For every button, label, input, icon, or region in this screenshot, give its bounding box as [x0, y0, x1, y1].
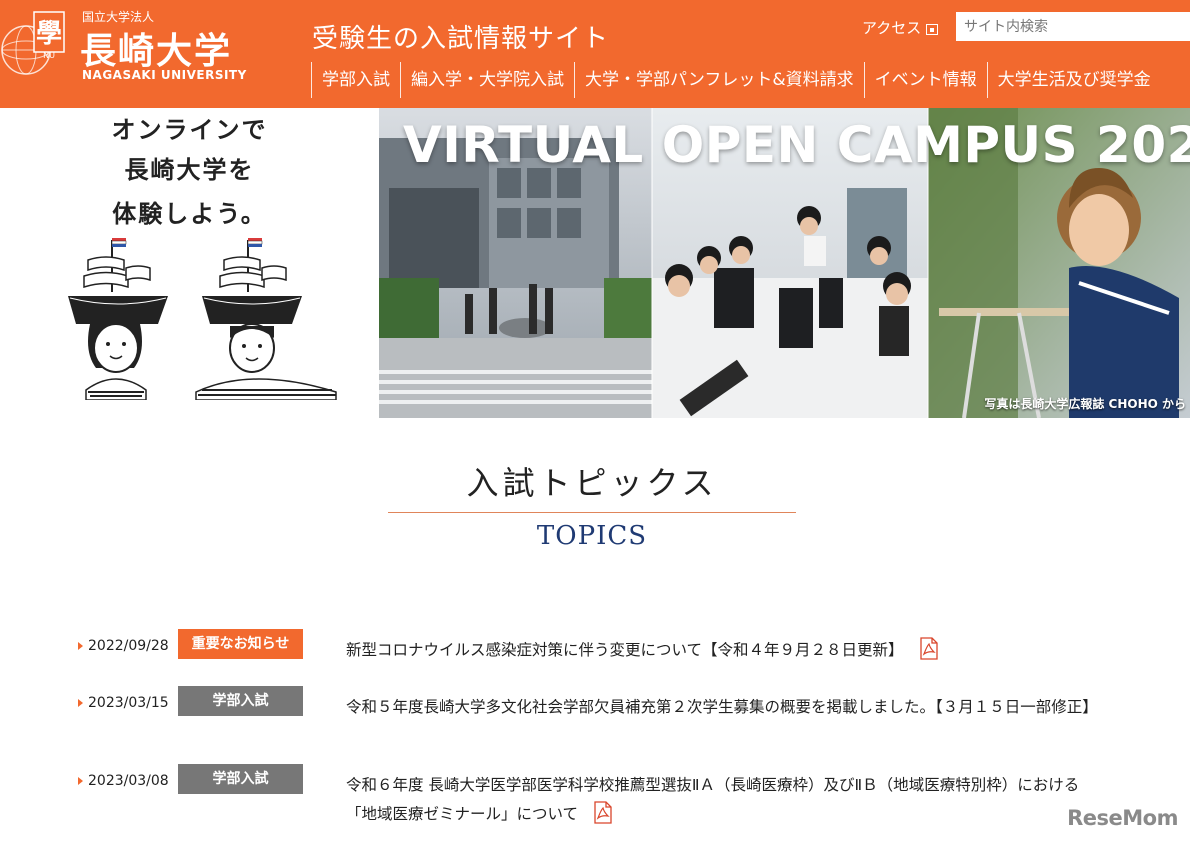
access-link[interactable]: アクセス	[862, 17, 939, 38]
virtual-open-campus-banner[interactable]: VIRTUAL OPEN CAMPUS 2022 写真は長崎大学広報誌 CHOH…	[379, 108, 1190, 418]
news-date-text: 2022/09/28	[88, 638, 169, 654]
logo-university-name[interactable]: 長崎大学	[80, 22, 232, 74]
external-window-icon	[926, 23, 939, 35]
main-navigation: 学部入試 編入学・大学院入試 大学・学部パンフレット&資料請求 イベント情報 大…	[311, 62, 1161, 98]
hero-tagline-line-1: オンラインで	[111, 116, 268, 144]
boy-with-ship-hat-icon	[195, 238, 337, 400]
pdf-icon[interactable]	[919, 637, 938, 660]
topics-subheading: TOPICS	[536, 521, 648, 551]
svg-text:NU: NU	[43, 51, 55, 60]
category-badge-undergraduate[interactable]: 学部入試	[178, 686, 303, 716]
topics-divider	[388, 512, 796, 513]
news-date-text: 2023/03/08	[88, 773, 169, 789]
category-badge-undergraduate[interactable]: 学部入試	[178, 764, 303, 794]
news-title-text: 新型コロナウイルス感染症対策に伴う変更について【令和４年９月２８日更新】	[346, 641, 904, 659]
site-header: 學 NU 国立大学法人 長崎大学 NAGASAKI UNIVERSITY 受験生…	[0, 0, 1190, 108]
resemom-watermark-logo: ReseMom	[1067, 806, 1178, 830]
hero-tagline-line-3: 体験しよう。	[112, 200, 267, 228]
news-date-text: 2023/03/15	[88, 695, 169, 711]
ship-hat-characters-illustration	[68, 238, 337, 400]
girl-with-ship-hat-icon	[68, 238, 168, 400]
arrow-right-icon	[78, 777, 83, 785]
news-date: 2023/03/08	[78, 773, 169, 789]
site-title[interactable]: 受験生の入試情報サイト	[312, 18, 609, 55]
nav-item-transfer-graduate-admissions[interactable]: 編入学・大学院入試	[400, 62, 574, 98]
nav-item-pamphlet-request[interactable]: 大学・学部パンフレット&資料請求	[574, 62, 864, 98]
nav-item-undergraduate-admissions[interactable]: 学部入試	[311, 62, 400, 98]
news-title-link[interactable]: 令和５年度長崎大学多文化社会学部欠員補充第２次学生募集の概要を掲載しました。【３…	[346, 693, 1106, 722]
hero-tagline-line-2: 長崎大学を	[124, 156, 255, 184]
virtual-open-campus-heading: VIRTUAL OPEN CAMPUS 2022	[403, 116, 1190, 174]
topics-heading: 入試トピックス	[466, 464, 718, 502]
news-title-link[interactable]: 新型コロナウイルス感染症対策に伴う変更について【令和４年９月２８日更新】	[346, 636, 1106, 665]
nav-item-events[interactable]: イベント情報	[863, 62, 987, 98]
hero-intro-panel: オンラインで 長崎大学を 体験しよう。	[0, 108, 379, 418]
pdf-icon[interactable]	[594, 801, 612, 824]
category-badge-important[interactable]: 重要なお知らせ	[178, 629, 303, 659]
site-search-input[interactable]	[956, 12, 1190, 41]
logo-english-name: NAGASAKI UNIVERSITY	[82, 68, 247, 82]
nav-item-campus-life-scholarships[interactable]: 大学生活及び奨学金	[986, 62, 1161, 98]
arrow-right-icon	[78, 642, 83, 650]
news-date: 2022/09/28	[78, 638, 169, 654]
photo-credit: 写真は長崎大学広報誌 CHOHO から	[984, 397, 1186, 411]
arrow-right-icon	[78, 699, 83, 707]
university-emblem-icon[interactable]: 學 NU	[0, 6, 70, 82]
access-label: アクセス	[862, 19, 922, 37]
news-title-text: 令和５年度長崎大学多文化社会学部欠員補充第２次学生募集の概要を掲載しました。【３…	[346, 698, 1098, 716]
news-date: 2023/03/15	[78, 695, 169, 711]
svg-text:學: 學	[36, 19, 62, 49]
news-title-link[interactable]: 令和６年度 長崎大学医学部医学科学校推薦型選抜ⅡＡ（長崎医療枠）及びⅡＢ（地域医…	[346, 771, 1106, 829]
news-title-text: 令和６年度 長崎大学医学部医学科学校推薦型選抜ⅡＡ（長崎医療枠）及びⅡＢ（地域医…	[346, 776, 1080, 823]
